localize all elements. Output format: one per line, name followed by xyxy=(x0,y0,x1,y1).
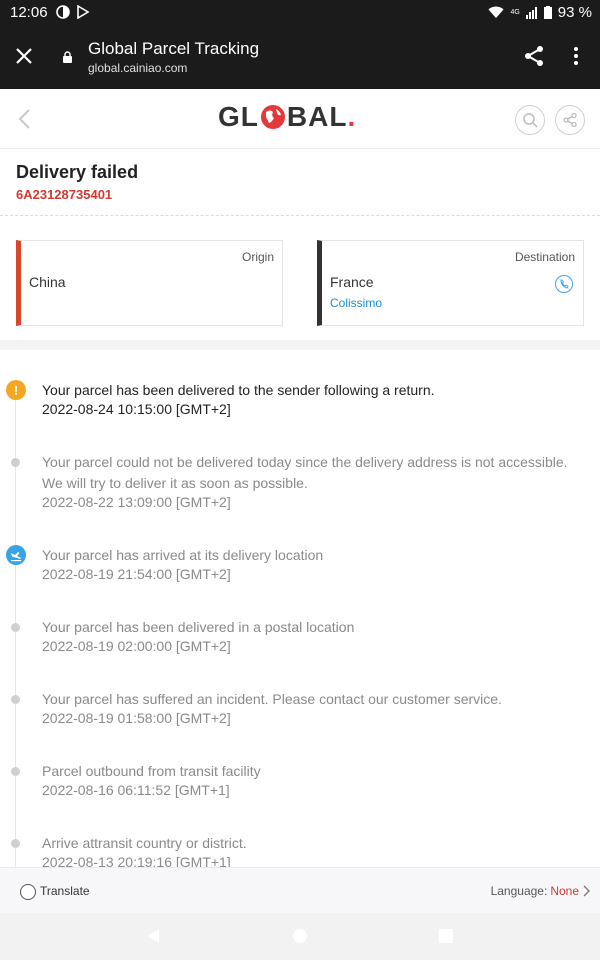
share-page-button[interactable] xyxy=(555,105,585,135)
battery-icon xyxy=(543,6,552,19)
timeline-dot xyxy=(11,623,20,632)
translate-label[interactable]: Translate xyxy=(40,884,90,898)
event-time: 2022-08-19 21:54:00 [GMT+2] xyxy=(42,566,231,582)
destination-label: Destination xyxy=(514,250,575,264)
signal-icon xyxy=(525,6,537,19)
status-bar: 12:06 4G 93 % xyxy=(0,0,600,26)
wifi-icon xyxy=(488,6,504,18)
destination-country: France xyxy=(330,274,374,290)
status-time: 12:06 xyxy=(10,4,48,21)
origin-country: China xyxy=(29,274,66,290)
lock-icon xyxy=(63,51,72,63)
timeline-dot xyxy=(11,839,20,848)
nav-home-icon[interactable] xyxy=(291,927,309,945)
shipment-status: Delivery failed 6A23128735401 xyxy=(0,150,600,216)
translate-bar: Translate Language: None xyxy=(0,867,600,913)
event-description: Your parcel has arrived at its delivery … xyxy=(42,547,324,563)
warning-icon: ! xyxy=(6,380,26,400)
globe-icon xyxy=(260,105,285,129)
tracking-timeline: ! Your parcel has been delivered to the … xyxy=(0,360,600,867)
delivery-status-headline: Delivery failed xyxy=(16,162,139,182)
phone-icon[interactable] xyxy=(555,275,573,293)
search-button[interactable] xyxy=(515,105,545,135)
search-icon xyxy=(523,113,538,128)
do-not-disturb-icon xyxy=(56,5,70,19)
timeline-dot xyxy=(11,767,20,776)
browser-url[interactable]: global.cainiao.com xyxy=(88,61,187,75)
origin-label: Origin xyxy=(241,250,274,264)
destination-card: Destination France Colissimo xyxy=(317,240,584,326)
tracking-number[interactable]: 6A23128735401 xyxy=(16,187,112,202)
language-selector[interactable]: Language: None xyxy=(491,884,590,898)
timeline-dot xyxy=(11,458,20,467)
nav-recents-icon[interactable] xyxy=(437,927,455,945)
destination-carrier-link[interactable]: Colissimo xyxy=(330,296,382,310)
timeline-dot xyxy=(11,695,20,704)
chevron-right-icon xyxy=(583,885,590,897)
close-icon[interactable] xyxy=(14,46,34,66)
nav-back-icon[interactable] xyxy=(144,927,162,945)
event-time: 2022-08-24 10:15:00 [GMT+2] xyxy=(42,401,231,417)
global-logo[interactable]: GL BAL . xyxy=(218,101,356,133)
event-description: Your parcel could not be delivered today… xyxy=(42,454,568,491)
share-icon xyxy=(563,112,577,128)
back-arrow-icon[interactable] xyxy=(16,107,34,131)
plane-landing-icon xyxy=(6,545,26,565)
translate-radio[interactable] xyxy=(20,884,36,900)
event-description: Parcel outbound from transit facility xyxy=(42,763,261,779)
origin-card: Origin China xyxy=(16,240,283,326)
browser-title: Global Parcel Tracking xyxy=(88,39,260,58)
battery-level: 93 % xyxy=(557,4,592,21)
event-description: Arrive attransit country or district. xyxy=(42,835,247,851)
event-description: Your parcel has suffered an incident. Pl… xyxy=(42,691,502,707)
event-time: 2022-08-13 20:19:16 [GMT+1] xyxy=(42,854,231,867)
language-value: None xyxy=(550,884,579,898)
more-vert-icon[interactable] xyxy=(568,44,584,68)
browser-toolbar: Global Parcel Tracking global.cainiao.co… xyxy=(0,26,600,89)
event-time: 2022-08-19 01:58:00 [GMT+2] xyxy=(42,710,231,726)
event-time: 2022-08-16 06:11:52 [GMT+1] xyxy=(42,782,230,798)
event-time: 2022-08-22 13:09:00 [GMT+2] xyxy=(42,494,231,510)
event-description: Your parcel has been delivered in a post… xyxy=(42,619,355,635)
event-description: Your parcel has been delivered to the se… xyxy=(42,382,435,398)
share-icon[interactable] xyxy=(522,44,546,68)
site-header: GL BAL . xyxy=(0,89,600,149)
play-store-icon xyxy=(77,5,90,19)
android-nav-bar xyxy=(0,913,600,960)
network-type: 4G xyxy=(510,9,520,16)
route-section: Origin China Destination France Colissim… xyxy=(0,217,600,350)
event-time: 2022-08-19 02:00:00 [GMT+2] xyxy=(42,638,231,654)
language-label: Language: xyxy=(490,884,548,898)
